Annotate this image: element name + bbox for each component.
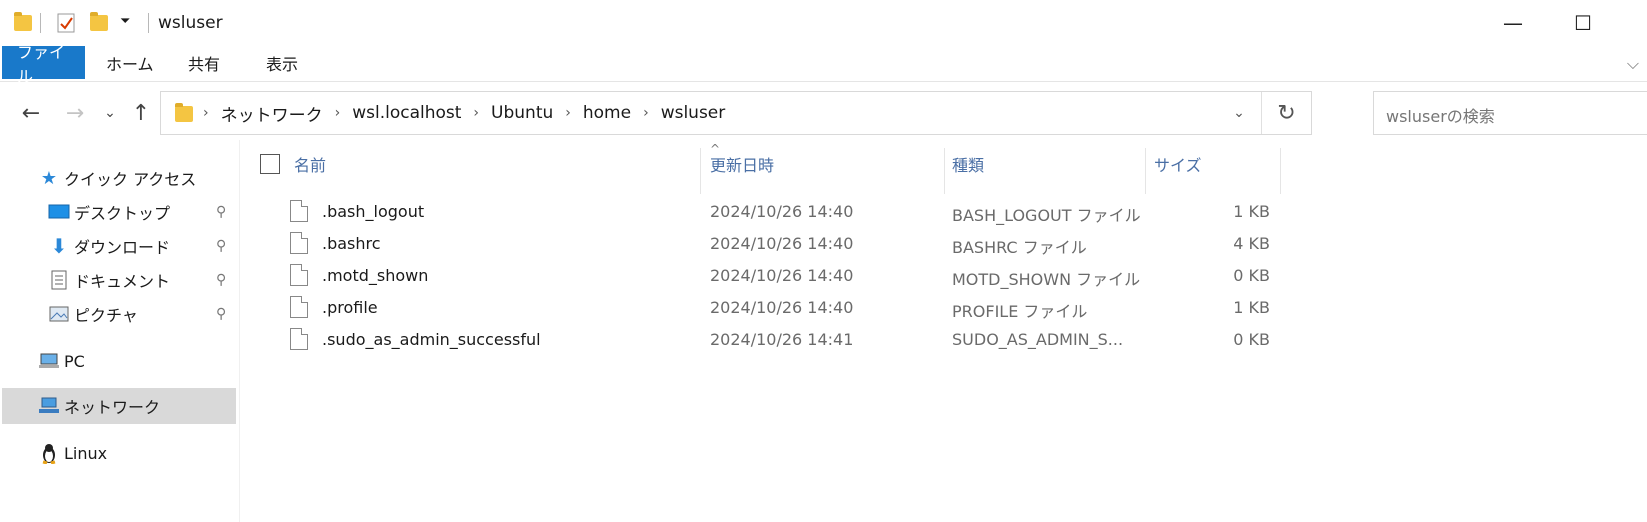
refresh-button[interactable]: ↻ <box>1261 92 1311 134</box>
breadcrumb-home[interactable]: home <box>577 103 637 123</box>
sidebar-item-documents[interactable]: ドキュメント ⚲ <box>2 262 236 298</box>
pictures-icon <box>48 304 70 324</box>
column-header-name[interactable]: 名前 <box>294 148 704 180</box>
folder-icon <box>14 12 34 34</box>
breadcrumb-ubuntu[interactable]: Ubuntu <box>485 103 559 123</box>
file-name[interactable]: .bashrc <box>322 234 381 253</box>
customize-quick-access-icon[interactable]: ⏷ <box>120 14 136 36</box>
up-button[interactable]: ↑ <box>124 96 158 130</box>
select-all-checkbox[interactable] <box>260 154 280 174</box>
title-bar: ⏷ wsluser — ☐ <box>0 0 1647 44</box>
table-row[interactable]: .profile 2024/10/26 14:40 PROFILE ファイル 1… <box>240 292 1540 324</box>
chevron-right-icon[interactable]: › <box>637 105 655 121</box>
pin-icon: ⚲ <box>216 238 227 254</box>
file-size: 0 KB <box>1233 330 1270 349</box>
sidebar-item-linux[interactable]: Linux <box>2 435 236 471</box>
file-name[interactable]: .motd_shown <box>322 266 428 285</box>
file-date: 2024/10/26 14:41 <box>710 330 854 349</box>
file-date: 2024/10/26 14:40 <box>710 298 854 317</box>
sidebar-item-quick-access[interactable]: ★ クイック アクセス <box>2 160 236 196</box>
pin-icon: ⚲ <box>216 272 227 288</box>
tab-share[interactable]: 共有 <box>172 46 236 79</box>
sidebar-item-pc[interactable]: PC <box>2 343 236 379</box>
chevron-right-icon[interactable]: › <box>467 105 485 121</box>
document-icon <box>48 270 70 290</box>
network-icon <box>38 396 60 416</box>
sidebar-item-desktop[interactable]: デスクトップ ⚲ <box>2 194 236 230</box>
search-input[interactable]: wsluserの検索 <box>1373 91 1647 135</box>
file-size: 0 KB <box>1233 266 1270 285</box>
sidebar-item-downloads[interactable]: ⬇ ダウンロード ⚲ <box>2 228 236 264</box>
chevron-right-icon[interactable]: › <box>329 105 347 121</box>
tab-view[interactable]: 表示 <box>250 46 314 79</box>
column-header-size[interactable]: サイズ <box>1154 148 1274 180</box>
maximize-button[interactable]: ☐ <box>1558 8 1608 38</box>
sidebar-item-network[interactable]: ネットワーク <box>2 388 236 424</box>
file-size: 1 KB <box>1233 298 1270 317</box>
file-name[interactable]: .sudo_as_admin_successful <box>322 330 541 349</box>
file-size: 1 KB <box>1233 202 1270 221</box>
download-icon: ⬇ <box>50 234 68 258</box>
tab-file[interactable]: ファイル <box>2 43 85 86</box>
chevron-right-icon[interactable]: › <box>559 105 577 121</box>
divider <box>148 13 149 33</box>
star-icon: ★ <box>40 167 58 189</box>
tab-home[interactable]: ホーム <box>90 46 170 79</box>
column-divider[interactable] <box>1145 148 1146 194</box>
pin-icon: ⚲ <box>216 204 227 220</box>
file-icon <box>290 264 308 286</box>
column-divider[interactable] <box>700 148 701 194</box>
pin-icon: ⚲ <box>216 306 227 322</box>
expand-ribbon-icon[interactable]: ⌵ <box>1623 54 1643 74</box>
breadcrumb: › ネットワーク › wsl.localhost › Ubuntu › home… <box>173 92 731 134</box>
divider <box>40 13 41 33</box>
column-divider[interactable] <box>944 148 945 194</box>
ribbon: ファイル ホーム 共有 表示 ⌵ <box>0 43 1647 86</box>
address-dropdown-button[interactable]: ⌄ <box>1221 92 1257 134</box>
file-name[interactable]: .bash_logout <box>322 202 424 221</box>
breadcrumb-network[interactable]: ネットワーク <box>215 101 329 126</box>
new-folder-icon[interactable] <box>90 12 110 34</box>
file-date: 2024/10/26 14:40 <box>710 266 854 285</box>
forward-button[interactable]: → <box>58 96 92 130</box>
file-list: ^ 名前 更新日時 種類 サイズ .bash_logout 2024/10/26… <box>240 140 1647 522</box>
recent-locations-button[interactable]: ⌄ <box>96 96 124 130</box>
minimize-button[interactable]: — <box>1488 8 1538 38</box>
folder-icon <box>173 103 193 122</box>
file-type: BASH_LOGOUT ファイル <box>952 206 1141 225</box>
search-placeholder: wsluserの検索 <box>1386 107 1495 126</box>
file-icon <box>290 328 308 350</box>
column-header-date[interactable]: 更新日時 <box>710 148 940 180</box>
file-type: MOTD_SHOWN ファイル <box>952 270 1141 289</box>
file-date: 2024/10/26 14:40 <box>710 234 854 253</box>
window-title: wsluser <box>158 13 223 33</box>
breadcrumb-wsl-localhost[interactable]: wsl.localhost <box>346 103 467 123</box>
file-icon <box>290 232 308 254</box>
table-row[interactable]: .bash_logout 2024/10/26 14:40 BASH_LOGOU… <box>240 196 1540 228</box>
linux-icon <box>38 443 60 464</box>
file-type: SUDO_AS_ADMIN_S... <box>952 330 1124 349</box>
table-row[interactable]: .motd_shown 2024/10/26 14:40 MOTD_SHOWN … <box>240 260 1540 292</box>
properties-icon[interactable] <box>56 12 78 34</box>
back-button[interactable]: ← <box>14 96 48 130</box>
navigation-pane: ★ クイック アクセス デスクトップ ⚲ ⬇ ダウンロード ⚲ ドキュメント ⚲ <box>0 140 240 522</box>
file-date: 2024/10/26 14:40 <box>710 202 854 221</box>
sidebar-item-pictures[interactable]: ピクチャ ⚲ <box>2 296 236 332</box>
table-row[interactable]: .bashrc 2024/10/26 14:40 BASHRC ファイル 4 K… <box>240 228 1540 260</box>
desktop-icon <box>48 202 70 222</box>
navigation-bar: ← → ⌄ ↑ › ネットワーク › wsl.localhost › Ubunt… <box>0 88 1647 138</box>
address-bar[interactable]: › ネットワーク › wsl.localhost › Ubuntu › home… <box>160 91 1312 135</box>
column-divider[interactable] <box>1280 148 1281 194</box>
file-size: 4 KB <box>1233 234 1270 253</box>
chevron-right-icon[interactable]: › <box>197 105 215 121</box>
table-row[interactable]: .sudo_as_admin_successful 2024/10/26 14:… <box>240 324 1540 356</box>
breadcrumb-wsluser[interactable]: wsluser <box>655 103 732 123</box>
file-name[interactable]: .profile <box>322 298 378 317</box>
pc-icon <box>38 351 60 371</box>
file-icon <box>290 296 308 318</box>
file-type: BASHRC ファイル <box>952 238 1087 257</box>
file-type: PROFILE ファイル <box>952 302 1088 321</box>
column-header-type[interactable]: 種類 <box>952 148 1142 180</box>
file-icon <box>290 200 308 222</box>
